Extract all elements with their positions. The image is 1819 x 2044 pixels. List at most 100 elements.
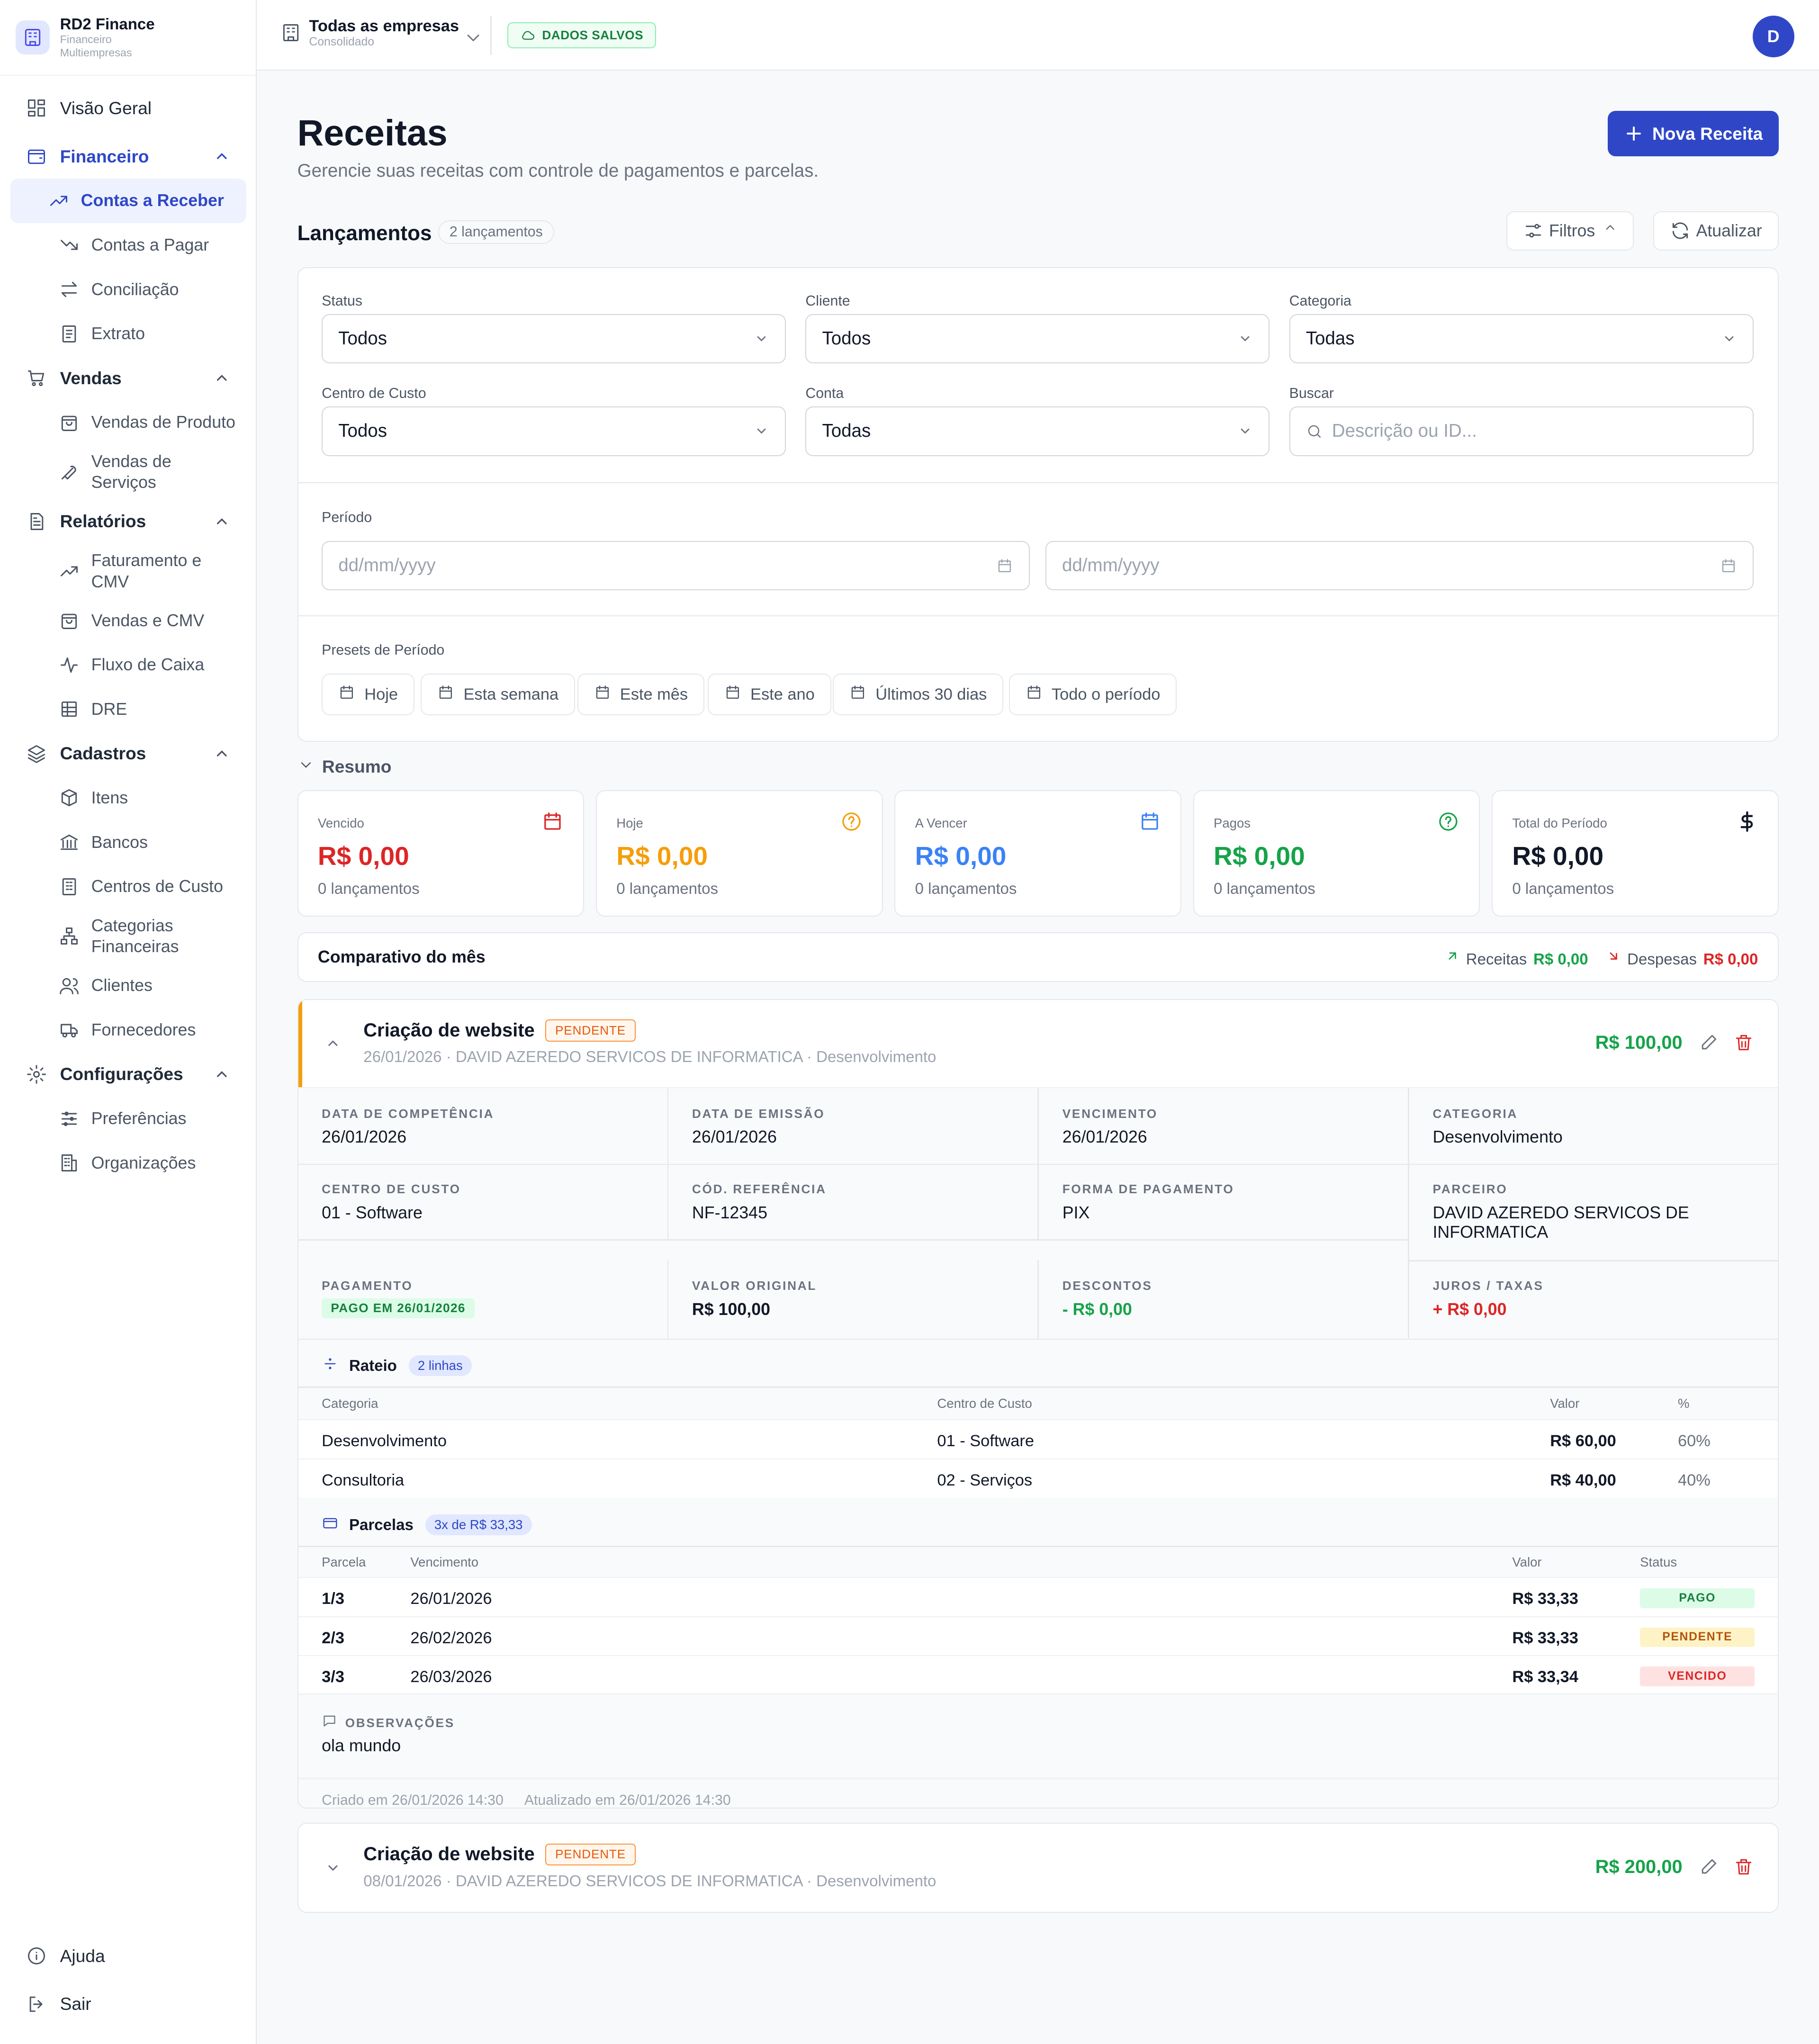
nav-vendas-cmv[interactable]: Vendas e CMV xyxy=(10,598,246,643)
date-end-placeholder: dd/mm/yyyy xyxy=(1062,555,1160,576)
detail-key: PAGAMENTO xyxy=(322,1278,413,1293)
preset-todo-periodo[interactable]: Todo o período xyxy=(1009,674,1177,716)
trending-down-icon xyxy=(59,234,78,255)
edit-icon[interactable] xyxy=(1698,1032,1719,1053)
summary-label: Hoje xyxy=(616,816,643,831)
table-icon xyxy=(59,699,78,720)
calendar-icon xyxy=(849,684,866,705)
nav-conciliacao[interactable]: Conciliação xyxy=(10,267,246,312)
nav-group-configuracoes[interactable]: Configurações xyxy=(0,1052,257,1097)
rateio-valor: R$ 40,00 xyxy=(1550,1471,1616,1489)
nav-dre[interactable]: DRE xyxy=(10,687,246,732)
preset-ultimos-30[interactable]: Últimos 30 dias xyxy=(833,674,1004,716)
filters-button[interactable]: Filtros xyxy=(1506,211,1634,251)
entry-date: 08/01/2026 xyxy=(363,1872,442,1890)
nav-fluxo-caixa[interactable]: Fluxo de Caixa xyxy=(10,643,246,687)
preset-este-ano[interactable]: Este ano xyxy=(707,674,831,716)
nav-sair[interactable]: Sair xyxy=(0,1982,257,2026)
summary-value: R$ 0,00 xyxy=(317,841,409,871)
nav-overview[interactable]: Visão Geral xyxy=(0,86,257,131)
nav-ajuda[interactable]: Ajuda xyxy=(0,1934,257,1978)
nav-organizacoes[interactable]: Organizações xyxy=(10,1141,246,1185)
centro-select[interactable]: Todos xyxy=(322,406,786,456)
observacoes-text: ola mundo xyxy=(322,1736,401,1756)
refresh-button[interactable]: Atualizar xyxy=(1653,211,1779,251)
nav-faturamento[interactable]: Faturamento e CMV xyxy=(10,544,246,599)
nav-preferencias[interactable]: Preferências xyxy=(10,1097,246,1141)
company-sub: Consolidado xyxy=(309,35,375,48)
nav-contas-pagar[interactable]: Contas a Pagar xyxy=(10,223,246,268)
summary-card-vencido: Vencido R$ 0,00 0 lançamentos xyxy=(297,790,585,917)
saved-badge: DADOS SALVOS xyxy=(507,22,656,48)
chevron-up-icon[interactable] xyxy=(324,1035,342,1052)
help-circle-icon xyxy=(1437,810,1459,833)
nav-bancos[interactable]: Bancos xyxy=(10,820,246,864)
status-badge: PENDENTE xyxy=(545,1019,636,1042)
nav-vendas-servicos[interactable]: Vendas de Serviços xyxy=(10,445,246,500)
summary-card-a-vencer: A Vencer R$ 0,00 0 lançamentos xyxy=(894,790,1181,917)
edit-icon[interactable] xyxy=(1698,1856,1719,1877)
conta-select[interactable]: Todas xyxy=(805,406,1270,456)
preset-esta-semana[interactable]: Esta semana xyxy=(421,674,576,716)
status-label: Status xyxy=(322,293,362,309)
main-nav: Visão Geral Financeiro Contas a Receber … xyxy=(0,86,257,1185)
nav-clientes[interactable]: Clientes xyxy=(10,963,246,1008)
dollar-icon xyxy=(1736,810,1758,833)
summary-card-hoje: Hoje R$ 0,00 0 lançamentos xyxy=(595,790,883,917)
col-header: Parcela xyxy=(322,1555,366,1570)
parcela-numero: 1/3 xyxy=(322,1590,344,1608)
nav-group-vendas[interactable]: Vendas xyxy=(0,356,257,400)
cliente-select[interactable]: Todos xyxy=(805,314,1270,364)
avatar[interactable]: D xyxy=(1752,16,1794,58)
entry-header[interactable]: Criação de website PENDENTE 26/01/2026 · … xyxy=(298,999,1778,1087)
nav-centros-custo[interactable]: Centros de Custo xyxy=(10,864,246,909)
rateio-centro: 02 - Serviços xyxy=(937,1471,1033,1489)
search-input[interactable]: Descrição ou ID... xyxy=(1289,406,1754,456)
nav-contas-receber[interactable]: Contas a Receber xyxy=(10,179,247,223)
chevron-down-icon[interactable] xyxy=(324,1859,342,1876)
nav-itens[interactable]: Itens xyxy=(10,776,246,820)
entry-category: Desenvolvimento xyxy=(816,1048,937,1066)
detail-key: JUROS / TAXAS xyxy=(1432,1278,1544,1293)
brand[interactable]: RD2 Finance Financeiro Multiempresas xyxy=(0,0,256,76)
centro-label: Centro de Custo xyxy=(322,386,426,402)
nav-extrato[interactable]: Extrato xyxy=(10,312,246,356)
entry-header[interactable]: Criação de website PENDENTE 08/01/2026 · … xyxy=(298,1824,1778,1911)
nav-group-cadastros[interactable]: Cadastros xyxy=(0,731,257,776)
preset-este-mes[interactable]: Este mês xyxy=(577,674,705,716)
entry-meta: 26/01/2026 · DAVID AZEREDO SERVICOS DE I… xyxy=(363,1048,937,1066)
calendar-icon[interactable] xyxy=(996,558,1013,578)
col-header: Categoria xyxy=(322,1396,378,1411)
col-header: Status xyxy=(1640,1555,1677,1570)
calendar-icon[interactable] xyxy=(1720,558,1737,578)
status-select[interactable]: Todos xyxy=(322,314,786,364)
trash-icon[interactable] xyxy=(1733,1032,1754,1053)
detail-key: VALOR ORIGINAL xyxy=(692,1278,817,1293)
nav-fornecedores[interactable]: Fornecedores xyxy=(10,1008,246,1053)
date-end-input[interactable]: dd/mm/yyyy xyxy=(1045,540,1754,591)
preset-label: Últimos 30 dias xyxy=(875,685,987,703)
rateio-header: Rateio 2 linhas xyxy=(322,1355,472,1377)
topbar: Todas as empresas Consolidado DADOS SALVO… xyxy=(257,0,1819,71)
company-selector[interactable]: Todas as empresas Consolidado xyxy=(280,17,479,49)
categoria-select[interactable]: Todas xyxy=(1289,314,1754,364)
calendar-icon xyxy=(724,684,741,705)
trash-icon[interactable] xyxy=(1733,1856,1754,1877)
table-row: 3/3 26/03/2026 R$ 33,34 VENCIDO xyxy=(298,1655,1778,1694)
preset-label: Hoje xyxy=(364,685,398,703)
parcelas-header-row: Parcela Vencimento Valor Status xyxy=(298,1547,1778,1577)
nav-categorias[interactable]: Categorias Financeiras xyxy=(10,909,246,963)
nav-group-financeiro[interactable]: Financeiro xyxy=(0,135,257,179)
summary-count: 0 lançamentos xyxy=(1213,880,1315,898)
chevron-down-icon xyxy=(1237,423,1253,439)
page-subtitle: Gerencie suas receitas com controle de p… xyxy=(297,160,819,181)
preset-hoje[interactable]: Hoje xyxy=(322,674,414,716)
nav-group-relatorios[interactable]: Relatórios xyxy=(0,499,257,544)
nav-overview-label: Visão Geral xyxy=(60,98,152,118)
detail-key: CATEGORIA xyxy=(1432,1106,1518,1121)
date-start-input[interactable]: dd/mm/yyyy xyxy=(322,540,1030,591)
resumo-toggle[interactable]: Resumo xyxy=(297,756,392,777)
nav-vendas-produto[interactable]: Vendas de Produto xyxy=(10,400,246,445)
new-receita-button[interactable]: Nova Receita xyxy=(1608,110,1779,157)
rateio-percent: 60% xyxy=(1677,1432,1711,1450)
